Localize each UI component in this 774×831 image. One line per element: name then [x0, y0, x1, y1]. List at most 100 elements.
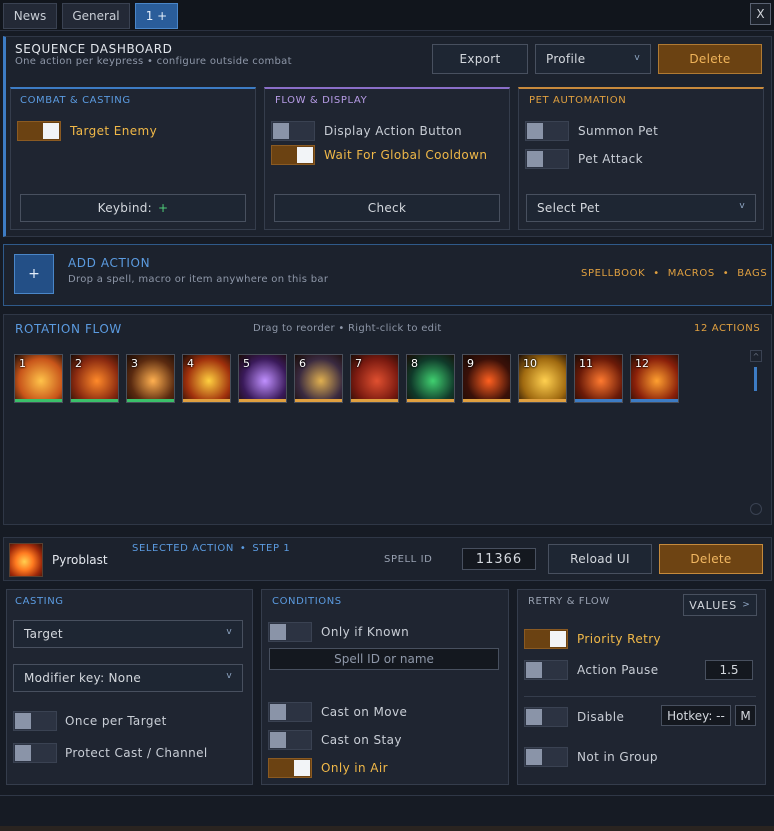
scrollbar-thumb[interactable] — [754, 367, 757, 391]
export-button[interactable]: Export — [432, 44, 528, 74]
rotation-flow-panel — [3, 314, 772, 525]
tab-general[interactable]: General — [62, 3, 130, 29]
select-pet-label: Select Pet — [537, 201, 600, 215]
pet-automation-title: PET AUTOMATION — [529, 95, 627, 106]
slot-number: 12 — [635, 357, 649, 370]
target-dropdown[interactable]: Target v — [13, 620, 243, 648]
not-in-group-toggle[interactable] — [524, 747, 568, 767]
pet-attack-toggle[interactable] — [525, 149, 569, 169]
keybind-label: Keybind: — [97, 201, 152, 215]
rotation-slot[interactable]: 11 — [574, 354, 623, 403]
action-pause-input[interactable]: 1.5 — [705, 660, 753, 680]
slot-number: 8 — [411, 357, 418, 370]
once-per-target-label: Once per Target — [65, 714, 167, 728]
conditions-panel — [261, 589, 509, 785]
modifier-key-dropdown[interactable]: Modifier key: None v — [13, 664, 243, 692]
only-in-air-label: Only in Air — [321, 761, 388, 775]
rotation-slot[interactable]: 4 — [182, 354, 231, 403]
keybind-button[interactable]: Keybind: + — [20, 194, 246, 222]
pet-attack-label: Pet Attack — [578, 152, 644, 166]
priority-retry-label: Priority Retry — [577, 632, 662, 646]
rotation-slot[interactable]: 1 — [14, 354, 63, 403]
rotation-hint: Drag to reorder • Right-click to edit — [253, 323, 442, 334]
values-button[interactable]: VALUES > — [683, 594, 757, 616]
rotation-slot[interactable]: 7 — [350, 354, 399, 403]
spell-id-input[interactable]: 11366 — [462, 548, 536, 570]
tab-news[interactable]: News — [3, 3, 57, 29]
only-if-known-toggle[interactable] — [268, 622, 312, 642]
cast-on-stay-toggle[interactable] — [268, 730, 312, 750]
spell-id-or-name-input[interactable]: Spell ID or name — [269, 648, 499, 670]
display-action-toggle[interactable] — [271, 121, 315, 141]
target-enemy-label: Target Enemy — [70, 124, 158, 138]
slot-status-bar — [239, 399, 286, 402]
rotation-slot[interactable]: 9 — [462, 354, 511, 403]
cast-on-move-label: Cast on Move — [321, 705, 408, 719]
chevron-right-icon: > — [742, 600, 751, 610]
protect-cast-toggle[interactable] — [13, 743, 57, 763]
profile-dropdown[interactable]: Profile v — [535, 44, 651, 74]
slot-status-bar — [519, 399, 566, 402]
scroll-up-icon[interactable]: ^ — [750, 350, 762, 362]
rotation-slot[interactable]: 12 — [630, 354, 679, 403]
delete-sequence-button[interactable]: Delete — [658, 44, 762, 74]
wait-gcd-label: Wait For Global Cooldown — [324, 148, 488, 162]
action-pause-toggle[interactable] — [524, 660, 568, 680]
spellbook-link[interactable]: SPELLBOOK — [581, 268, 645, 279]
rotation-slot[interactable]: 8 — [406, 354, 455, 403]
hotkey-field[interactable]: Hotkey: -- — [661, 705, 731, 726]
rotation-slot[interactable]: 2 — [70, 354, 119, 403]
rotation-count: 12 ACTIONS — [694, 323, 761, 334]
tab-sequence-1[interactable]: 1 + — [135, 3, 178, 29]
dashboard-subtitle: One action per keypress • configure outs… — [15, 56, 292, 67]
values-label: VALUES — [689, 598, 738, 612]
rotation-slot[interactable]: 5 — [238, 354, 287, 403]
divider — [524, 696, 756, 697]
check-button[interactable]: Check — [274, 194, 500, 222]
disable-toggle[interactable] — [524, 707, 568, 727]
selected-action-tag: SELECTED ACTION — [132, 543, 234, 554]
summon-pet-toggle[interactable] — [525, 121, 569, 141]
reload-ui-button[interactable]: Reload UI — [548, 544, 652, 574]
bags-link[interactable]: BAGS — [737, 268, 767, 279]
close-button[interactable]: X — [750, 3, 771, 25]
modifier-key-label: Modifier key: None — [24, 671, 142, 685]
slot-number: 1 — [19, 357, 26, 370]
slot-number: 10 — [523, 357, 537, 370]
rotation-slot[interactable]: 10 — [518, 354, 567, 403]
not-in-group-label: Not in Group — [577, 750, 658, 764]
cast-on-move-toggle[interactable] — [268, 702, 312, 722]
target-enemy-toggle[interactable] — [17, 121, 61, 141]
select-pet-dropdown[interactable]: Select Pet v — [526, 194, 756, 222]
conditions-title: CONDITIONS — [272, 596, 342, 607]
slot-number: 11 — [579, 357, 593, 370]
dashboard-title: SEQUENCE DASHBOARD — [15, 42, 173, 56]
slot-status-bar — [631, 399, 678, 402]
spell-id-label: SPELL ID — [384, 554, 433, 565]
slot-status-bar — [463, 399, 510, 402]
slot-number: 6 — [299, 357, 306, 370]
priority-retry-toggle[interactable] — [524, 629, 568, 649]
hotkey-modifier-button[interactable]: M — [735, 705, 756, 726]
slot-number: 3 — [131, 357, 138, 370]
add-action-subtitle: Drop a spell, macro or item anywhere on … — [68, 274, 329, 285]
delete-action-button[interactable]: Delete — [659, 544, 763, 574]
only-if-known-label: Only if Known — [321, 625, 410, 639]
slot-status-bar — [351, 399, 398, 402]
combat-casting-title: COMBAT & CASTING — [20, 95, 131, 106]
rotation-slot[interactable]: 6 — [294, 354, 343, 403]
rotation-slot[interactable]: 3 — [126, 354, 175, 403]
macros-link[interactable]: MACROS — [668, 268, 715, 279]
bottom-edge — [0, 826, 774, 831]
chevron-down-icon: v — [739, 201, 745, 211]
cast-on-stay-label: Cast on Stay — [321, 733, 402, 747]
once-per-target-toggle[interactable] — [13, 711, 57, 731]
resize-handle-icon[interactable] — [750, 503, 762, 515]
action-pause-label: Action Pause — [577, 663, 659, 677]
slot-number: 2 — [75, 357, 82, 370]
slot-number: 5 — [243, 357, 250, 370]
only-in-air-toggle[interactable] — [268, 758, 312, 778]
add-action-button[interactable]: + — [14, 254, 54, 294]
wait-gcd-toggle[interactable] — [271, 145, 315, 165]
separator-dot: • — [239, 543, 247, 554]
